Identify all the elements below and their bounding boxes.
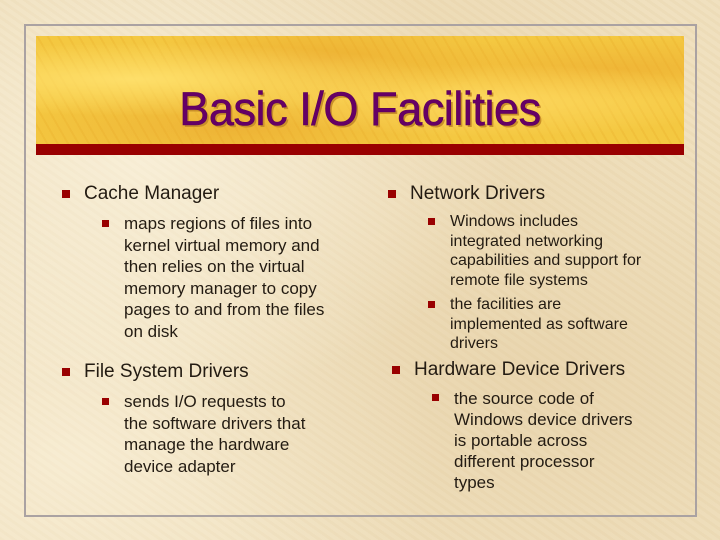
bullet-heading: Network Drivers — [386, 181, 678, 207]
square-bullet-icon — [388, 190, 396, 198]
bullet-network-drivers: Network Drivers Windows includes integra… — [386, 181, 678, 354]
heading-text: Cache Manager — [84, 183, 220, 204]
sub-bullet: the source code of Windows device driver… — [390, 388, 682, 493]
bullet-cache-manager: Cache Manager maps regions of files into… — [60, 181, 360, 342]
square-bullet-icon — [62, 190, 70, 198]
bullet-heading: Cache Manager — [60, 181, 360, 207]
sub-bullet-text: the source code of Windows device driver… — [454, 389, 633, 492]
sub-bullet-text: Windows includes integrated networking c… — [450, 213, 642, 289]
sub-bullet: maps regions of files into kernel virtua… — [60, 213, 360, 342]
square-bullet-icon — [428, 218, 435, 225]
heading-text: Hardware Device Drivers — [414, 359, 626, 380]
square-bullet-icon — [102, 220, 109, 227]
sub-bullet: the facilities are implemented as softwa… — [386, 295, 678, 354]
right-column: Network Drivers Windows includes integra… — [386, 181, 678, 492]
bullet-hardware-device-drivers: Hardware Device Drivers the source code … — [390, 357, 682, 493]
square-bullet-icon — [392, 366, 400, 374]
sub-bullet: Windows includes integrated networking c… — [386, 212, 678, 290]
title-underline-bar — [36, 144, 684, 155]
title-banner: Basic I/O Facilities — [36, 36, 684, 144]
bullet-file-system-drivers: File System Drivers sends I/O requests t… — [60, 359, 360, 477]
square-bullet-icon — [432, 394, 439, 401]
sub-bullet: sends I/O requests to the software drive… — [60, 391, 360, 477]
left-column: Cache Manager maps regions of files into… — [60, 181, 360, 476]
square-bullet-icon — [62, 368, 70, 376]
bullet-heading: Hardware Device Drivers — [390, 357, 682, 383]
sub-bullet-text: sends I/O requests to the software drive… — [124, 392, 306, 476]
heading-text: Network Drivers — [410, 183, 546, 204]
sub-bullet-text: the facilities are implemented as softwa… — [450, 296, 628, 352]
slide-title: Basic I/O Facilities — [179, 82, 542, 136]
heading-text: File System Drivers — [84, 361, 249, 382]
square-bullet-icon — [428, 301, 435, 308]
square-bullet-icon — [102, 398, 109, 405]
bullet-heading: File System Drivers — [60, 359, 360, 385]
sub-bullet-text: maps regions of files into kernel virtua… — [124, 214, 325, 341]
